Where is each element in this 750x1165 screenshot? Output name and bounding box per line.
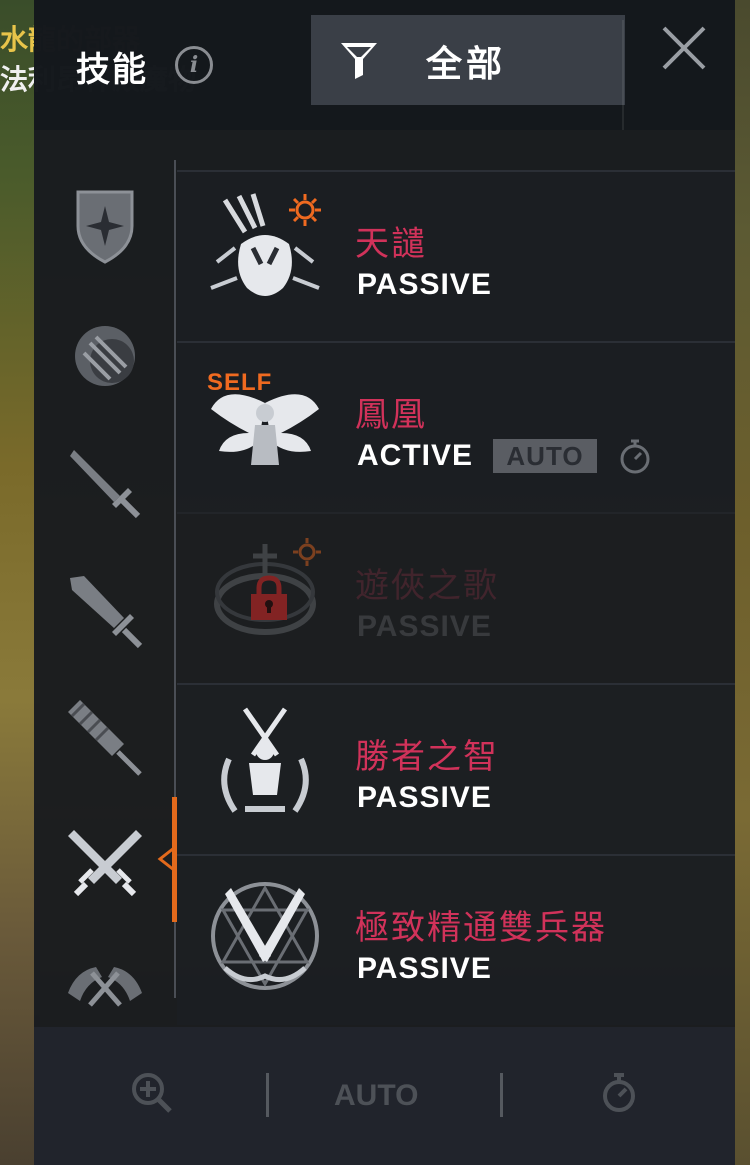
category-orb-icon[interactable] [62, 313, 148, 399]
header-divider [622, 20, 624, 130]
skill-name: 遊俠之歌 [355, 566, 499, 606]
zoom-in-icon[interactable] [130, 1071, 174, 1115]
claw-skill-icon [210, 193, 321, 296]
skill-name: 勝者之智 [355, 737, 499, 777]
category-greatsword-icon[interactable] [62, 568, 148, 654]
skill-row[interactable]: 極致精通雙兵器 PASSIVE [177, 854, 735, 1025]
lock-icon [251, 575, 287, 620]
toolbar-divider [500, 1073, 503, 1117]
category-dual-swords-icon[interactable] [62, 822, 148, 908]
stopwatch-icon[interactable] [600, 1071, 638, 1113]
filter-label: 全部 [426, 44, 507, 85]
active-arrow-icon [157, 846, 175, 872]
info-icon[interactable]: i [175, 46, 213, 84]
skill-row[interactable]: SELF 鳳凰 ACTIVE AUTO [177, 341, 735, 512]
skills-panel: 技能 i 全部 天譴 PASSIVE SELF 鳳凰 ACTIVE AUTO 遊… [34, 0, 735, 1165]
dual-mastery-skill-icon [211, 882, 319, 990]
skill-type: PASSIVE [357, 952, 492, 985]
skill-type: PASSIVE [357, 268, 492, 301]
auto-badge[interactable]: AUTO [493, 439, 597, 473]
skill-list: 天譴 PASSIVE SELF 鳳凰 ACTIVE AUTO 遊俠之歌 PASS… [177, 170, 735, 1025]
skill-name: 天譴 [355, 224, 427, 264]
skill-name: 極致精通雙兵器 [355, 908, 607, 948]
skill-type: PASSIVE [357, 610, 492, 643]
category-axes-icon[interactable] [62, 940, 148, 1026]
filter-dropdown[interactable]: 全部 [311, 15, 625, 105]
toolbar-divider [266, 1073, 269, 1117]
victor-skill-icon [221, 707, 309, 813]
panel-title: 技能 [76, 50, 148, 90]
skill-type: PASSIVE [357, 781, 492, 814]
category-shield-star-icon[interactable] [62, 182, 148, 268]
skill-row[interactable]: 勝者之智 PASSIVE [177, 683, 735, 854]
skill-name: 鳳凰 [355, 395, 427, 435]
skill-type: ACTIVE [357, 439, 474, 472]
category-spear-icon[interactable] [62, 694, 148, 780]
auto-button[interactable]: AUTO [334, 1079, 418, 1113]
filter-icon [341, 43, 377, 79]
panel-header: 技能 i 全部 [34, 0, 735, 130]
category-sword-icon[interactable] [62, 440, 148, 526]
stopwatch-icon[interactable] [617, 437, 653, 475]
skill-row-locked[interactable]: 遊俠之歌 PASSIVE [177, 512, 735, 683]
close-icon[interactable] [658, 22, 710, 74]
skill-row[interactable]: 天譴 PASSIVE [177, 170, 735, 341]
bottom-toolbar: AUTO [34, 1027, 735, 1165]
self-tag: SELF [207, 369, 273, 396]
